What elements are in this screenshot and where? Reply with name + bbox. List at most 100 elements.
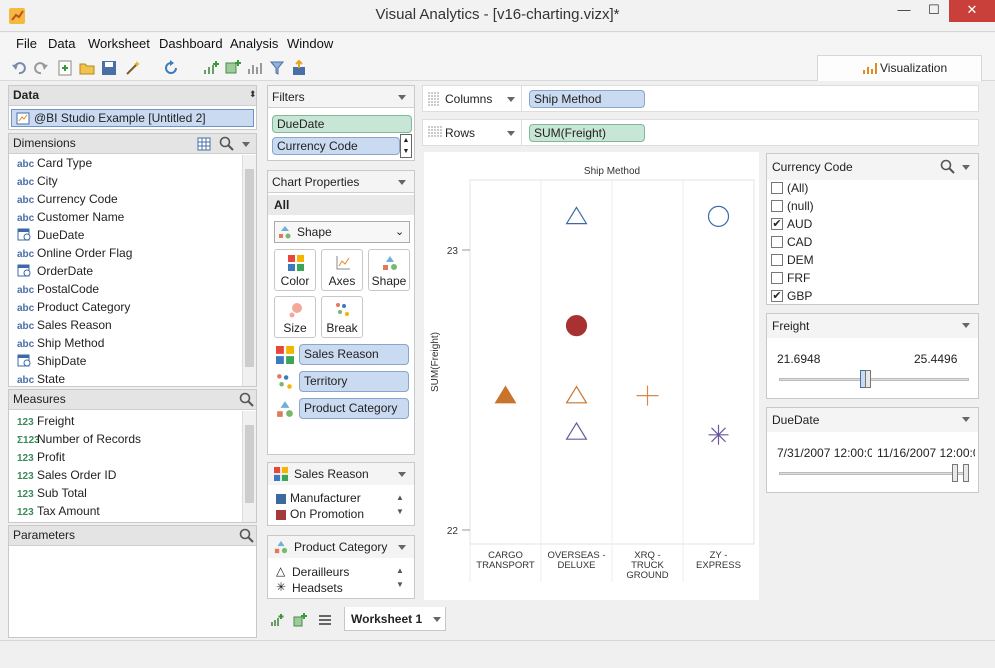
checkbox-dem[interactable] — [771, 254, 783, 266]
dimensions-item[interactable]: abc State — [17, 370, 65, 388]
menu-data[interactable]: Data — [48, 36, 75, 51]
measures-item[interactable]: 123 Sub Total — [17, 484, 87, 502]
encoding-pill-product-category[interactable]: Product Category — [299, 398, 409, 419]
dimensions-item[interactable]: DueDate — [17, 226, 84, 244]
dimensions-item[interactable]: ShipDate — [17, 352, 86, 370]
measures-item[interactable]: 123 Profit — [17, 448, 65, 466]
filter-pill-currency-code[interactable]: Currency Code — [272, 137, 400, 155]
filter-pill-duedate[interactable]: DueDate — [272, 115, 412, 133]
axes-button[interactable]: Axes — [321, 249, 363, 291]
minimize-button[interactable]: — — [890, 0, 918, 22]
measures-item[interactable]: 123 Tax Amount — [17, 502, 100, 520]
currency-code-filter: Currency Code (All) (null) ✔ AUD CAD DEM FRF ✔ G… — [766, 153, 979, 305]
dimensions-item[interactable]: abc Card Type — [17, 154, 92, 172]
refresh-icon[interactable] — [162, 59, 180, 77]
export-icon[interactable] — [290, 59, 308, 77]
data-panel-sort-icon[interactable]: ⬍ — [249, 89, 257, 100]
dimensions-item[interactable]: OrderDate — [17, 262, 93, 280]
measures-scrollbar[interactable] — [242, 411, 256, 522]
duedate-slider-max-handle[interactable] — [963, 464, 969, 482]
sales-reason-legend-menu-icon[interactable] — [398, 472, 406, 477]
wand-icon[interactable] — [124, 59, 142, 77]
dimensions-item[interactable]: abc City — [17, 172, 58, 190]
dimensions-scrollbar[interactable] — [242, 155, 256, 386]
checkbox-gbp[interactable]: ✔ — [771, 290, 783, 302]
chart-properties-all[interactable]: All — [268, 195, 414, 215]
product-category-legend-menu-icon[interactable] — [398, 545, 406, 550]
shape-button[interactable]: Shape — [368, 249, 410, 291]
dimensions-menu-icon[interactable] — [242, 142, 250, 147]
checkbox-cad[interactable] — [771, 236, 783, 248]
menu-worksheet[interactable]: Worksheet — [88, 36, 150, 51]
color-button[interactable]: Color — [274, 249, 316, 291]
scatter-chart[interactable]: Ship Method SUM(Freight) 22 23 CARGO TRANSPOR… — [424, 152, 759, 600]
dimensions-item[interactable]: abc Sales Reason — [17, 316, 112, 334]
sheet-list-icon[interactable] — [318, 613, 332, 627]
save-icon[interactable] — [100, 59, 118, 77]
tab-visualization[interactable]: Visualization — [817, 55, 982, 81]
redo-icon[interactable] — [32, 59, 50, 77]
columns-menu-icon[interactable] — [507, 97, 515, 102]
break-button[interactable]: Break — [321, 296, 363, 338]
menu-file[interactable]: File — [16, 36, 37, 51]
rows-pill-sum-freight[interactable]: SUM(Freight) — [529, 124, 645, 142]
dimensions-item[interactable]: abc PostalCode — [17, 280, 99, 298]
dimensions-item[interactable]: abc Currency Code — [17, 190, 118, 208]
new-dashboard-icon[interactable] — [293, 613, 307, 627]
measures-item[interactable]: 123 Freight — [17, 412, 74, 430]
maximize-button[interactable]: ☐ — [920, 0, 948, 22]
dimensions-item[interactable]: abc Product Category — [17, 298, 130, 316]
data-point-circle-filled[interactable] — [565, 315, 588, 337]
checkbox-null[interactable] — [771, 200, 783, 212]
filters-menu-icon[interactable] — [398, 95, 406, 100]
menu-analysis[interactable]: Analysis — [230, 36, 278, 51]
close-button[interactable]: ✕ — [949, 0, 995, 22]
encoding-pill-territory[interactable]: Territory — [299, 371, 409, 392]
currency-code-menu-icon[interactable] — [962, 165, 970, 170]
table-view-icon[interactable] — [197, 137, 211, 151]
mark-type-select[interactable]: Shape ⌄ — [274, 221, 410, 243]
dimensions-item[interactable]: abc Ship Method — [17, 334, 104, 352]
freight-filter-menu-icon[interactable] — [962, 323, 970, 328]
dimensions-item[interactable]: abc Online Order Flag — [17, 244, 132, 262]
undo-icon[interactable] — [10, 59, 28, 77]
currency-code-search-icon[interactable] — [940, 159, 956, 175]
duedate-filter-menu-icon[interactable] — [962, 417, 970, 422]
parameters-search-icon[interactable] — [239, 528, 255, 544]
measures-search-icon[interactable] — [239, 392, 255, 408]
measures-scroll-thumb[interactable] — [245, 425, 254, 503]
rows-menu-icon[interactable] — [507, 131, 515, 136]
encoding-pill-sales-reason[interactable]: Sales Reason — [299, 344, 409, 365]
measures-item[interactable]: Σ123Number of Records — [17, 430, 141, 448]
duedate-slider-track[interactable] — [779, 472, 969, 475]
menu-window[interactable]: Window — [287, 36, 333, 51]
open-icon[interactable] — [78, 59, 96, 77]
columns-pill-ship-method[interactable]: Ship Method — [529, 90, 645, 108]
duedate-slider-min-handle[interactable] — [951, 464, 958, 482]
checkbox-frf[interactable] — [771, 272, 783, 284]
sheet-tab-worksheet-1[interactable]: Worksheet 1 — [344, 607, 446, 631]
product-category-legend-scroll[interactable]: ▲ ▼ — [396, 564, 404, 592]
add-chart-icon[interactable] — [202, 59, 220, 77]
dimensions-search-icon[interactable] — [219, 136, 235, 152]
measures-item[interactable]: 123 Sales Order ID — [17, 466, 116, 484]
freight-slider-max-handle[interactable] — [865, 370, 872, 388]
dimensions-item[interactable]: abc Customer Name — [17, 208, 124, 226]
dimensions-scroll-thumb[interactable] — [245, 169, 254, 367]
add-grid-icon[interactable] — [224, 59, 242, 77]
filters-scroll-buttons[interactable]: ▲ ▼ — [400, 134, 412, 158]
bar-chart-icon[interactable] — [246, 59, 264, 77]
new-worksheet-icon[interactable] — [270, 613, 284, 627]
menu-dashboard[interactable]: Dashboard — [159, 36, 223, 51]
freight-slider-track[interactable] — [779, 378, 969, 381]
checkbox-aud[interactable]: ✔ — [771, 218, 783, 230]
filter-icon[interactable] — [268, 59, 286, 77]
checkbox-all[interactable] — [771, 182, 783, 194]
sales-reason-legend-scroll[interactable]: ▲ ▼ — [396, 491, 404, 519]
size-button[interactable]: Size — [274, 296, 316, 338]
data-point-asterisk[interactable] — [708, 424, 729, 445]
data-source-item[interactable]: @BI Studio Example [Untitled 2] — [11, 109, 254, 127]
sheet-tab-menu-icon[interactable] — [433, 617, 441, 622]
new-icon[interactable] — [56, 59, 74, 77]
chart-properties-menu-icon[interactable] — [398, 180, 406, 185]
